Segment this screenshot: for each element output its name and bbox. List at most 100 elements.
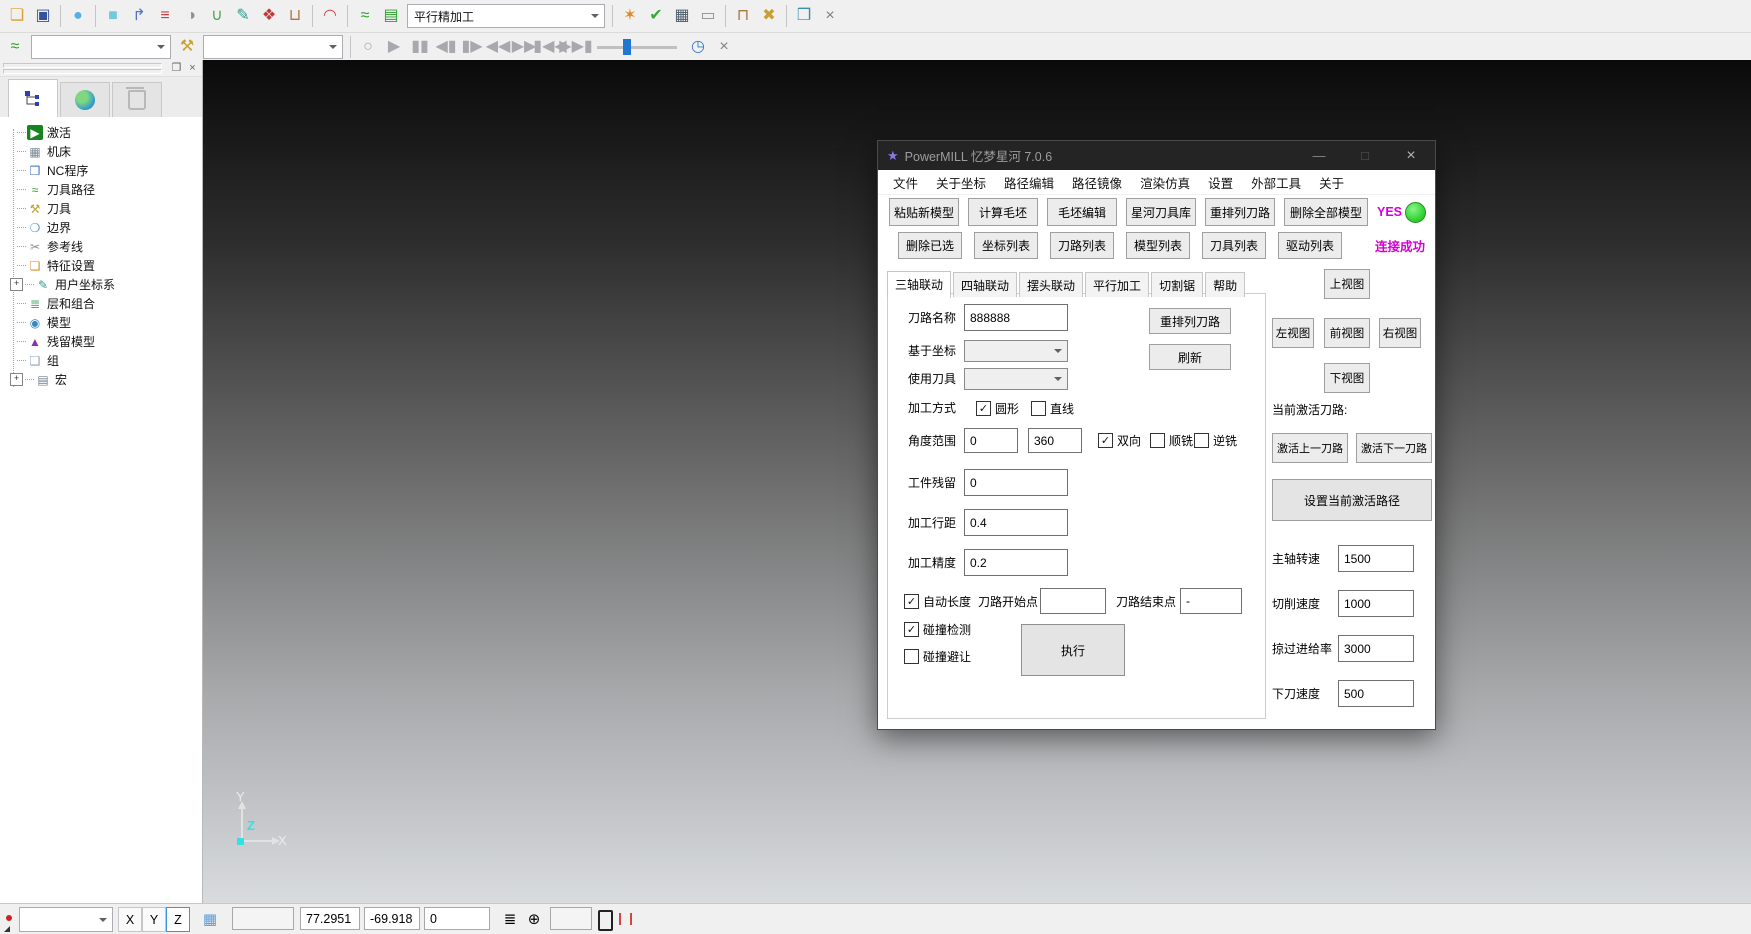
angle-from-input[interactable]: 0 [964, 428, 1018, 453]
block-icon[interactable]: ■ [100, 3, 126, 29]
tree-item-boundary[interactable]: ❍边界 [6, 218, 202, 237]
toolpath-icon[interactable]: ≈ [352, 3, 378, 29]
mode-linear-checkbox[interactable]: 直线 [1031, 398, 1074, 418]
stepover-input[interactable]: 0.4 [964, 509, 1068, 536]
climb-mill-checkbox[interactable]: 顺铣 [1150, 430, 1193, 450]
tab-explorer-trash[interactable] [112, 82, 162, 117]
auto-length-checkbox[interactable]: 自动长度 [904, 591, 971, 611]
view-front-button[interactable]: 前视图 [1324, 318, 1370, 348]
raster-levels-icon[interactable]: ≡ [152, 3, 178, 29]
tab-parallel[interactable]: 平行加工 [1085, 272, 1149, 297]
toolpath-icon[interactable]: ≈ [2, 34, 28, 60]
stock-allowance-input[interactable]: 0 [964, 469, 1068, 496]
clock-icon[interactable]: ◷ [685, 34, 711, 60]
rearrange-toolpaths-button[interactable]: 重排列刀路 [1205, 198, 1275, 226]
ball-tool-icon[interactable]: ◑ [178, 3, 204, 29]
menu-path-edit[interactable]: 路径编辑 [995, 173, 1063, 192]
step-back-icon[interactable]: ◀▮ [433, 34, 459, 60]
dialog-titlebar[interactable]: ★ PowerMILL 忆梦星河 7.0.6 — □ × [878, 141, 1435, 170]
collision-avoid-checkbox[interactable]: 碰撞避让 [904, 646, 971, 666]
tab-explorer-tree[interactable] [8, 79, 58, 117]
tool-pair-icon[interactable]: ⊓ [730, 3, 756, 29]
go-end-icon[interactable]: ▶▶▮ [563, 34, 589, 60]
panel-restore-icon[interactable]: ❐ [169, 61, 184, 74]
simulation-speed-slider[interactable] [597, 37, 677, 57]
cutting-feed-input[interactable]: 1000 [1338, 590, 1414, 617]
machining-strategy-combobox[interactable]: 平行精加工 [407, 4, 605, 28]
spindle-speed-input[interactable]: 1500 [1338, 545, 1414, 572]
delete-selected-button[interactable]: 删除已选 [898, 232, 962, 259]
end-point-input[interactable]: - [1180, 588, 1242, 614]
stock-edit-button[interactable]: 毛坯编辑 [1047, 198, 1117, 226]
toolpath-arrow-icon[interactable]: ↱ [126, 3, 152, 29]
tolerance-status-input[interactable] [550, 907, 592, 930]
angle-to-input[interactable]: 360 [1028, 428, 1082, 453]
snap-pointer-icon[interactable]: ⊕ [522, 907, 546, 930]
tool-check-icon[interactable]: ✔ [643, 3, 669, 29]
tab-3axis[interactable]: 三轴联动 [887, 271, 951, 298]
tab-help[interactable]: 帮助 [1205, 272, 1245, 297]
menu-file[interactable]: 文件 [884, 173, 927, 192]
maximize-button[interactable]: □ [1345, 141, 1385, 170]
close-button[interactable]: × [1391, 141, 1431, 170]
corner-grip-icon[interactable] [4, 926, 10, 932]
tool-combobox[interactable] [203, 35, 343, 59]
close-icon[interactable]: × [817, 3, 843, 29]
ruler-icon[interactable]: ▭ [695, 3, 721, 29]
cross-arrows-icon[interactable]: ✖ [756, 3, 782, 29]
step-forward-icon[interactable]: ▮▶ [459, 34, 485, 60]
tree-item-macro[interactable]: +▤宏 [6, 370, 202, 389]
tab-tilt-head[interactable]: 摆头联动 [1019, 272, 1083, 297]
model-list-button[interactable]: 模型列表 [1126, 232, 1190, 259]
tree-item-pattern-curve[interactable]: ✂参考线 [6, 237, 202, 256]
menu-render-sim[interactable]: 渲染仿真 [1131, 173, 1199, 192]
tab-saw[interactable]: 切割锯 [1151, 272, 1203, 297]
coord-list-button[interactable]: 坐标列表 [974, 232, 1038, 259]
menu-settings[interactable]: 设置 [1199, 173, 1242, 192]
activate-next-toolpath-button[interactable]: 激活下一刀路 [1356, 433, 1432, 463]
tool-holder-icon[interactable]: ∪ [204, 3, 230, 29]
panel-close-icon[interactable]: × [185, 61, 200, 74]
set-active-path-button[interactable]: 设置当前激活路径 [1272, 479, 1432, 521]
axis-z-button[interactable]: Z [166, 907, 190, 932]
tree-item-tool[interactable]: ⚒刀具 [6, 199, 202, 218]
tool-library-button[interactable]: 星河刀具库 [1126, 198, 1196, 226]
menu-coords[interactable]: 关于坐标 [927, 173, 995, 192]
activate-prev-toolpath-button[interactable]: 激活上一刀路 [1272, 433, 1348, 463]
pattern-points-icon[interactable]: ❖ [256, 3, 282, 29]
conventional-mill-checkbox[interactable]: 逆铣 [1194, 430, 1237, 450]
calculator-icon[interactable]: ▦ [669, 3, 695, 29]
view-top-button[interactable]: 上视图 [1324, 269, 1370, 299]
tool-list-button[interactable]: 刀具列表 [1202, 232, 1266, 259]
minimize-button[interactable]: — [1299, 141, 1339, 170]
tree-item-group[interactable]: ❑组 [6, 351, 202, 370]
menu-path-mirror[interactable]: 路径镜像 [1063, 173, 1131, 192]
toolpath-list-button[interactable]: 刀路列表 [1050, 232, 1114, 259]
calc-stock-button[interactable]: 计算毛坯 [968, 198, 1038, 226]
bidirectional-checkbox[interactable]: 双向 [1098, 430, 1141, 450]
view-right-button[interactable]: 右视图 [1379, 318, 1421, 348]
panel-grip[interactable]: ❐ × [0, 60, 202, 77]
drive-list-button[interactable]: 驱动列表 [1278, 232, 1342, 259]
play-icon[interactable]: ▶ [381, 34, 407, 60]
base-coord-combobox[interactable] [964, 340, 1068, 362]
tolerance-input[interactable]: 0.2 [964, 549, 1068, 576]
statusbar-combobox[interactable] [19, 907, 113, 932]
start-point-input[interactable] [1040, 588, 1106, 614]
slider-handle[interactable] [623, 39, 631, 55]
pencil-edit-icon[interactable]: ✎ [230, 3, 256, 29]
tool-star-icon[interactable]: ✶ [617, 3, 643, 29]
toolpath-name-input[interactable]: 888888 [964, 304, 1068, 331]
plunge-feed-input[interactable]: 500 [1338, 680, 1414, 707]
grid-size-input[interactable] [232, 907, 294, 930]
device-pause-icon[interactable] [598, 910, 613, 931]
use-tool-combobox[interactable] [964, 368, 1068, 390]
menu-about[interactable]: 关于 [1310, 173, 1353, 192]
tree-item-stock-model[interactable]: ▲残留模型 [6, 332, 202, 351]
open-file-icon[interactable]: ❏ [4, 3, 30, 29]
execute-button[interactable]: 执行 [1021, 624, 1125, 676]
tree-item-model[interactable]: ◉模型 [6, 313, 202, 332]
axis-x-button[interactable]: X [118, 907, 142, 932]
view-bottom-button[interactable]: 下视图 [1324, 363, 1370, 393]
refresh-button[interactable]: 刷新 [1149, 344, 1231, 370]
